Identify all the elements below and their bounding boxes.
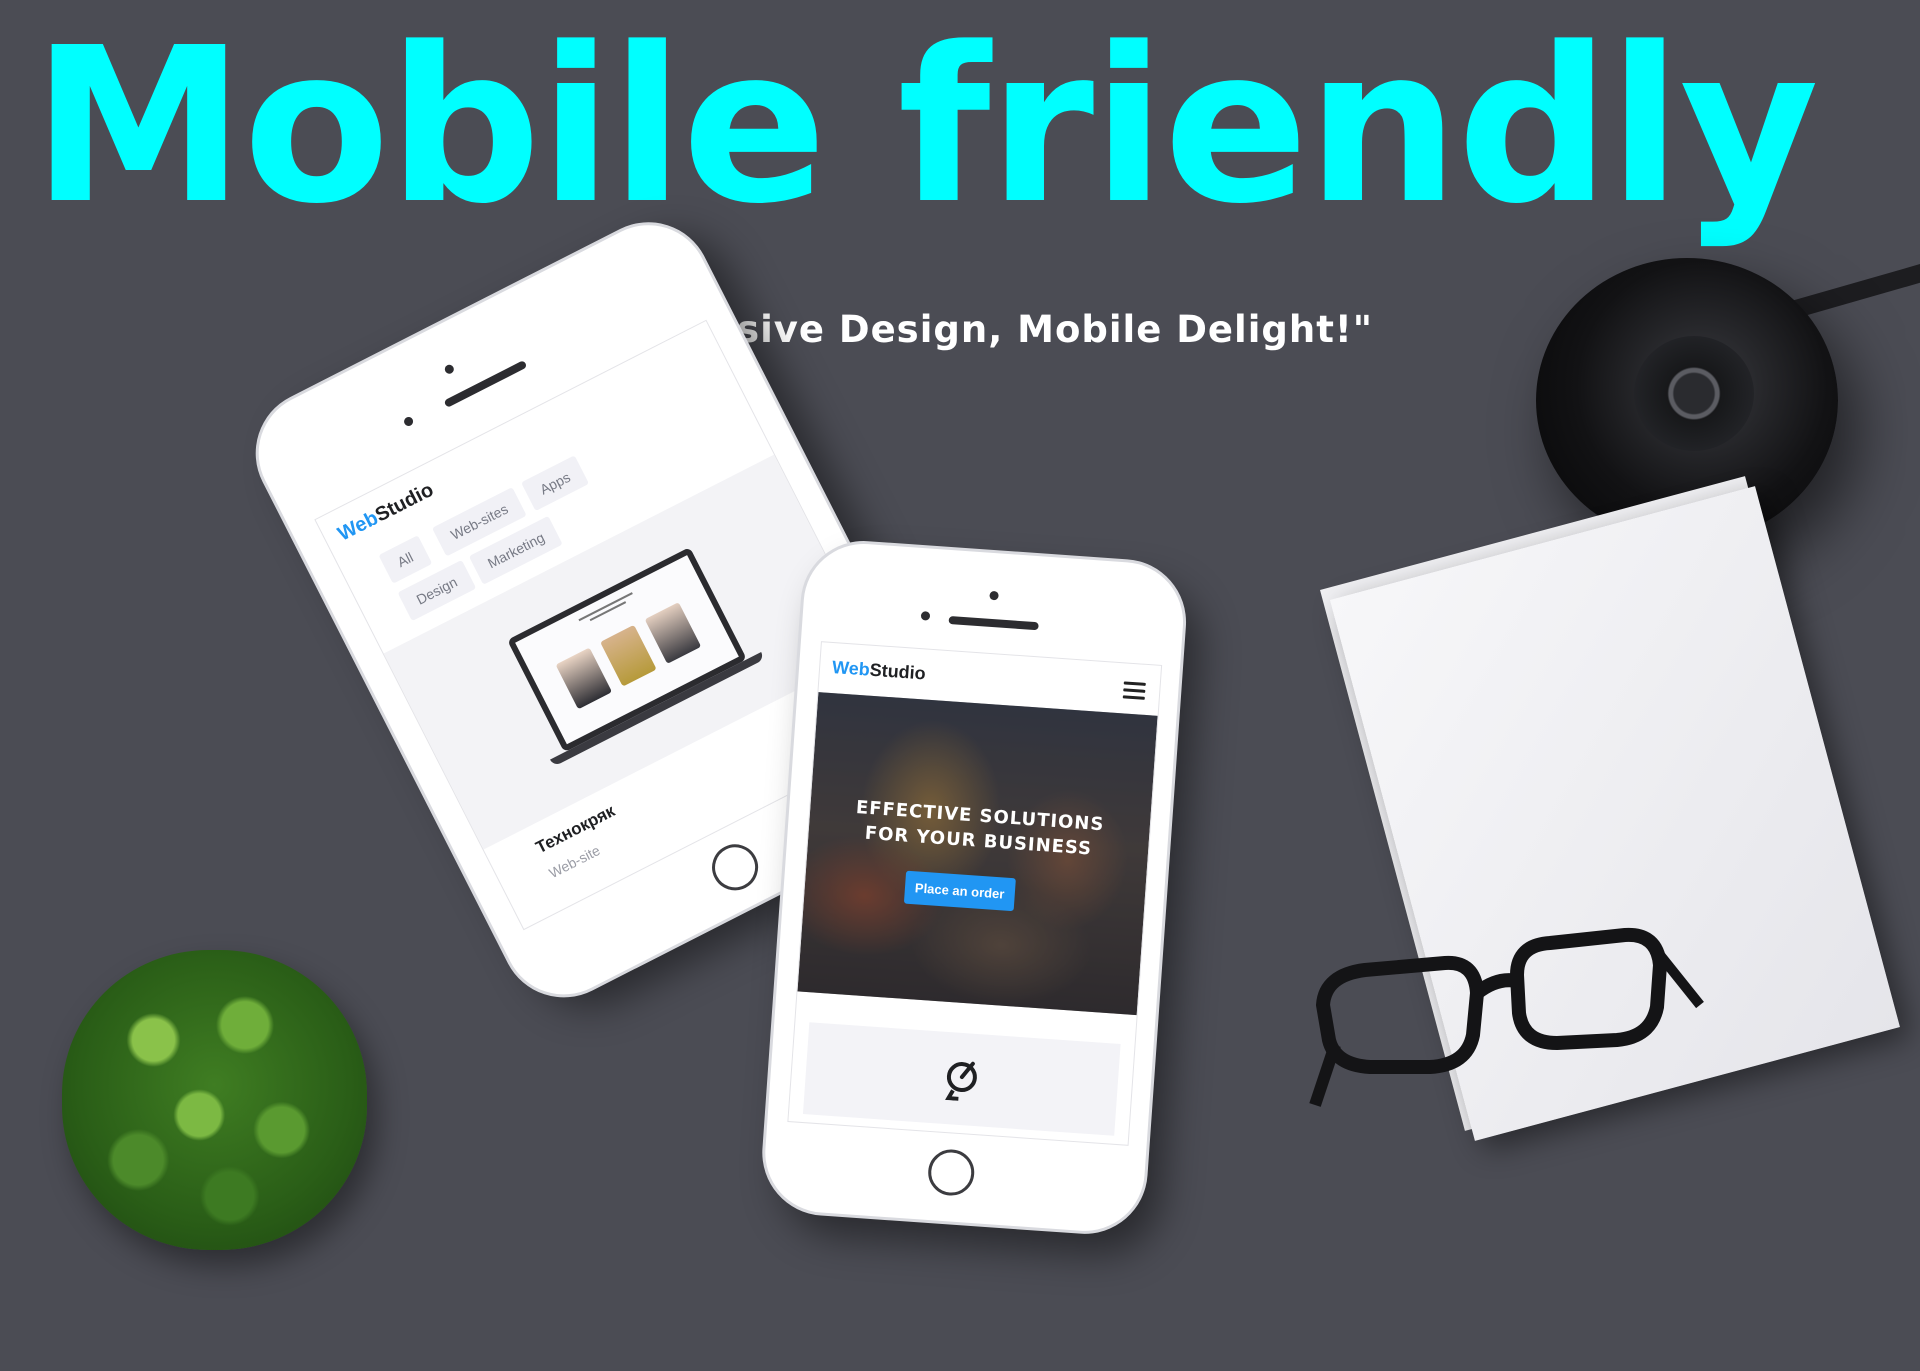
potted-plant — [62, 950, 367, 1250]
front-camera — [989, 590, 999, 601]
mockup-scene: Mobile friendly "Responsive Design, Mobi… — [0, 0, 1920, 1371]
front-camera — [443, 363, 456, 376]
home-button[interactable] — [704, 836, 767, 899]
hero-heading: EFFECTIVE SOLUTIONS FOR YOUR BUSINESS — [855, 797, 1106, 860]
team-photo — [600, 624, 657, 687]
earpiece-speaker — [948, 616, 1039, 631]
filter-apps[interactable]: Apps — [521, 455, 589, 512]
webstudio-logo[interactable]: WebStudio — [334, 479, 437, 547]
front-sensor — [402, 415, 415, 428]
strategy-icon — [945, 1061, 977, 1101]
team-photo — [644, 602, 702, 664]
hamburger-menu-icon[interactable] — [1122, 681, 1146, 703]
hero-banner: EFFECTIVE SOLUTIONS FOR YOUR BUSINESS Pl… — [797, 692, 1158, 1016]
front-sensor — [920, 611, 931, 621]
webstudio-logo[interactable]: WebStudio — [831, 657, 927, 684]
phone-center: WebStudio EFFECTIVE SOLUTIONS FOR YOUR B… — [761, 540, 1188, 1235]
filter-all[interactable]: All — [378, 535, 432, 584]
earpiece-speaker — [443, 359, 528, 408]
eyeglasses — [1309, 927, 1704, 1107]
headline: Mobile friendly — [32, 2, 1819, 251]
place-order-button[interactable]: Place an order — [903, 870, 1016, 912]
home-button[interactable] — [926, 1147, 976, 1198]
lamp-bulb-cap — [1634, 336, 1754, 451]
feature-card — [802, 1022, 1121, 1136]
phone-center-screen: WebStudio EFFECTIVE SOLUTIONS FOR YOUR B… — [787, 641, 1163, 1146]
team-photo — [555, 647, 613, 710]
